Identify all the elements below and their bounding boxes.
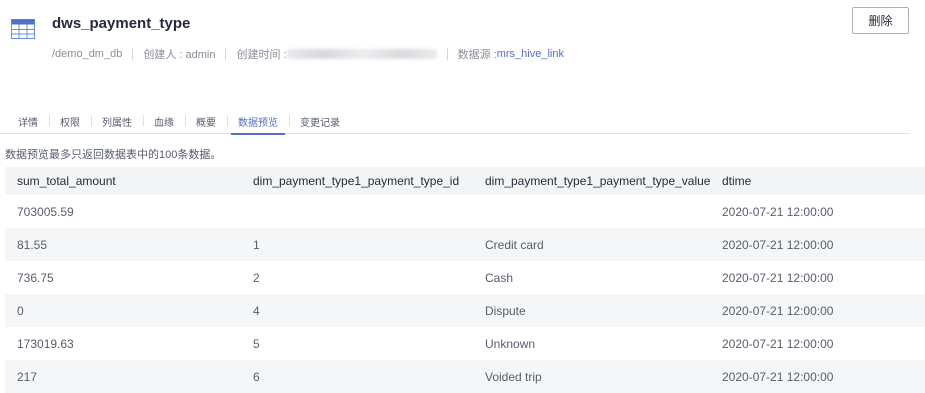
data-preview-table: sum_total_amount dim_payment_type1_payme… xyxy=(5,167,925,393)
detail-tabs: 详情 权限 列属性 血缘 概要 数据预览 变更记录 xyxy=(0,114,910,135)
table-cell: 2020-07-21 12:00:00 xyxy=(710,360,925,393)
table-row: 736.75 2 Cash 2020-07-21 12:00:00 xyxy=(5,261,925,294)
redacted-created-time xyxy=(286,49,437,59)
table-cell xyxy=(241,195,473,228)
table-cell: 2020-07-21 12:00:00 xyxy=(710,261,925,294)
table-cell: 2020-07-21 12:00:00 xyxy=(710,327,925,360)
table-cell: 1 xyxy=(241,228,473,261)
table-cell xyxy=(473,195,710,228)
creator-label: 创建人 : admin xyxy=(143,49,216,61)
column-header: dim_payment_type1_payment_type_id xyxy=(241,167,473,195)
tab-change-history[interactable]: 变更记录 xyxy=(289,114,351,134)
datasource-label: 数据源 : xyxy=(457,49,497,61)
table-cell: Voided trip xyxy=(473,360,710,393)
table-row: 703005.59 2020-07-21 12:00:00 xyxy=(5,195,925,228)
divider xyxy=(132,48,134,60)
divider xyxy=(446,48,448,60)
table-cell: 2020-07-21 12:00:00 xyxy=(710,228,925,261)
divider xyxy=(225,48,227,60)
table-cell: 2020-07-21 12:00:00 xyxy=(710,294,925,327)
table-cell: Cash xyxy=(473,261,710,294)
table-cell: 0 xyxy=(5,294,241,327)
table-cell: Unknown xyxy=(473,327,710,360)
tab-details[interactable]: 详情 xyxy=(0,114,49,134)
tab-summary[interactable]: 概要 xyxy=(185,114,227,134)
tab-lineage[interactable]: 血缘 xyxy=(143,114,185,134)
column-header: dim_payment_type1_payment_type_value xyxy=(473,167,710,195)
table-cell: Credit card xyxy=(473,228,710,261)
table-cell: 2 xyxy=(241,261,473,294)
table-cell: 736.75 xyxy=(5,261,241,294)
table-row: 173019.63 5 Unknown 2020-07-21 12:00:00 xyxy=(5,327,925,360)
table-meta: /demo_dm_db 创建人 : admin 创建时间 : 数据源 : mrs… xyxy=(52,46,564,62)
datasource-link[interactable]: mrs_hive_link xyxy=(497,48,564,60)
table-cell: 4 xyxy=(241,294,473,327)
tab-data-preview[interactable]: 数据预览 xyxy=(227,114,289,135)
page-title: dws_payment_type xyxy=(52,15,191,32)
table-header-row: sum_total_amount dim_payment_type1_payme… xyxy=(5,167,925,195)
table-cell: 6 xyxy=(241,360,473,393)
table-cell: Dispute xyxy=(473,294,710,327)
table-row: 0 4 Dispute 2020-07-21 12:00:00 xyxy=(5,294,925,327)
table-cell: 2020-07-21 12:00:00 xyxy=(710,195,925,228)
table-row: 217 6 Voided trip 2020-07-21 12:00:00 xyxy=(5,360,925,393)
table-cell: 217 xyxy=(5,360,241,393)
column-header: dtime xyxy=(710,167,925,195)
tab-permissions[interactable]: 权限 xyxy=(49,114,91,134)
table-icon xyxy=(11,19,35,39)
table-detail-header: dws_payment_type /demo_dm_db 创建人 : admin… xyxy=(0,0,925,80)
table-cell: 5 xyxy=(241,327,473,360)
preview-note: 数据预览最多只返回数据表中的100条数据。 xyxy=(5,149,222,161)
table-cell: 173019.63 xyxy=(5,327,241,360)
table-cell: 81.55 xyxy=(5,228,241,261)
column-header: sum_total_amount xyxy=(5,167,241,195)
tab-column-attributes[interactable]: 列属性 xyxy=(91,114,143,134)
database-path: /demo_dm_db xyxy=(52,48,123,60)
delete-button[interactable]: 删除 xyxy=(852,7,909,34)
created-time-label: 创建时间 : xyxy=(236,49,287,61)
table-cell: 703005.59 xyxy=(5,195,241,228)
table-row: 81.55 1 Credit card 2020-07-21 12:00:00 xyxy=(5,228,925,261)
